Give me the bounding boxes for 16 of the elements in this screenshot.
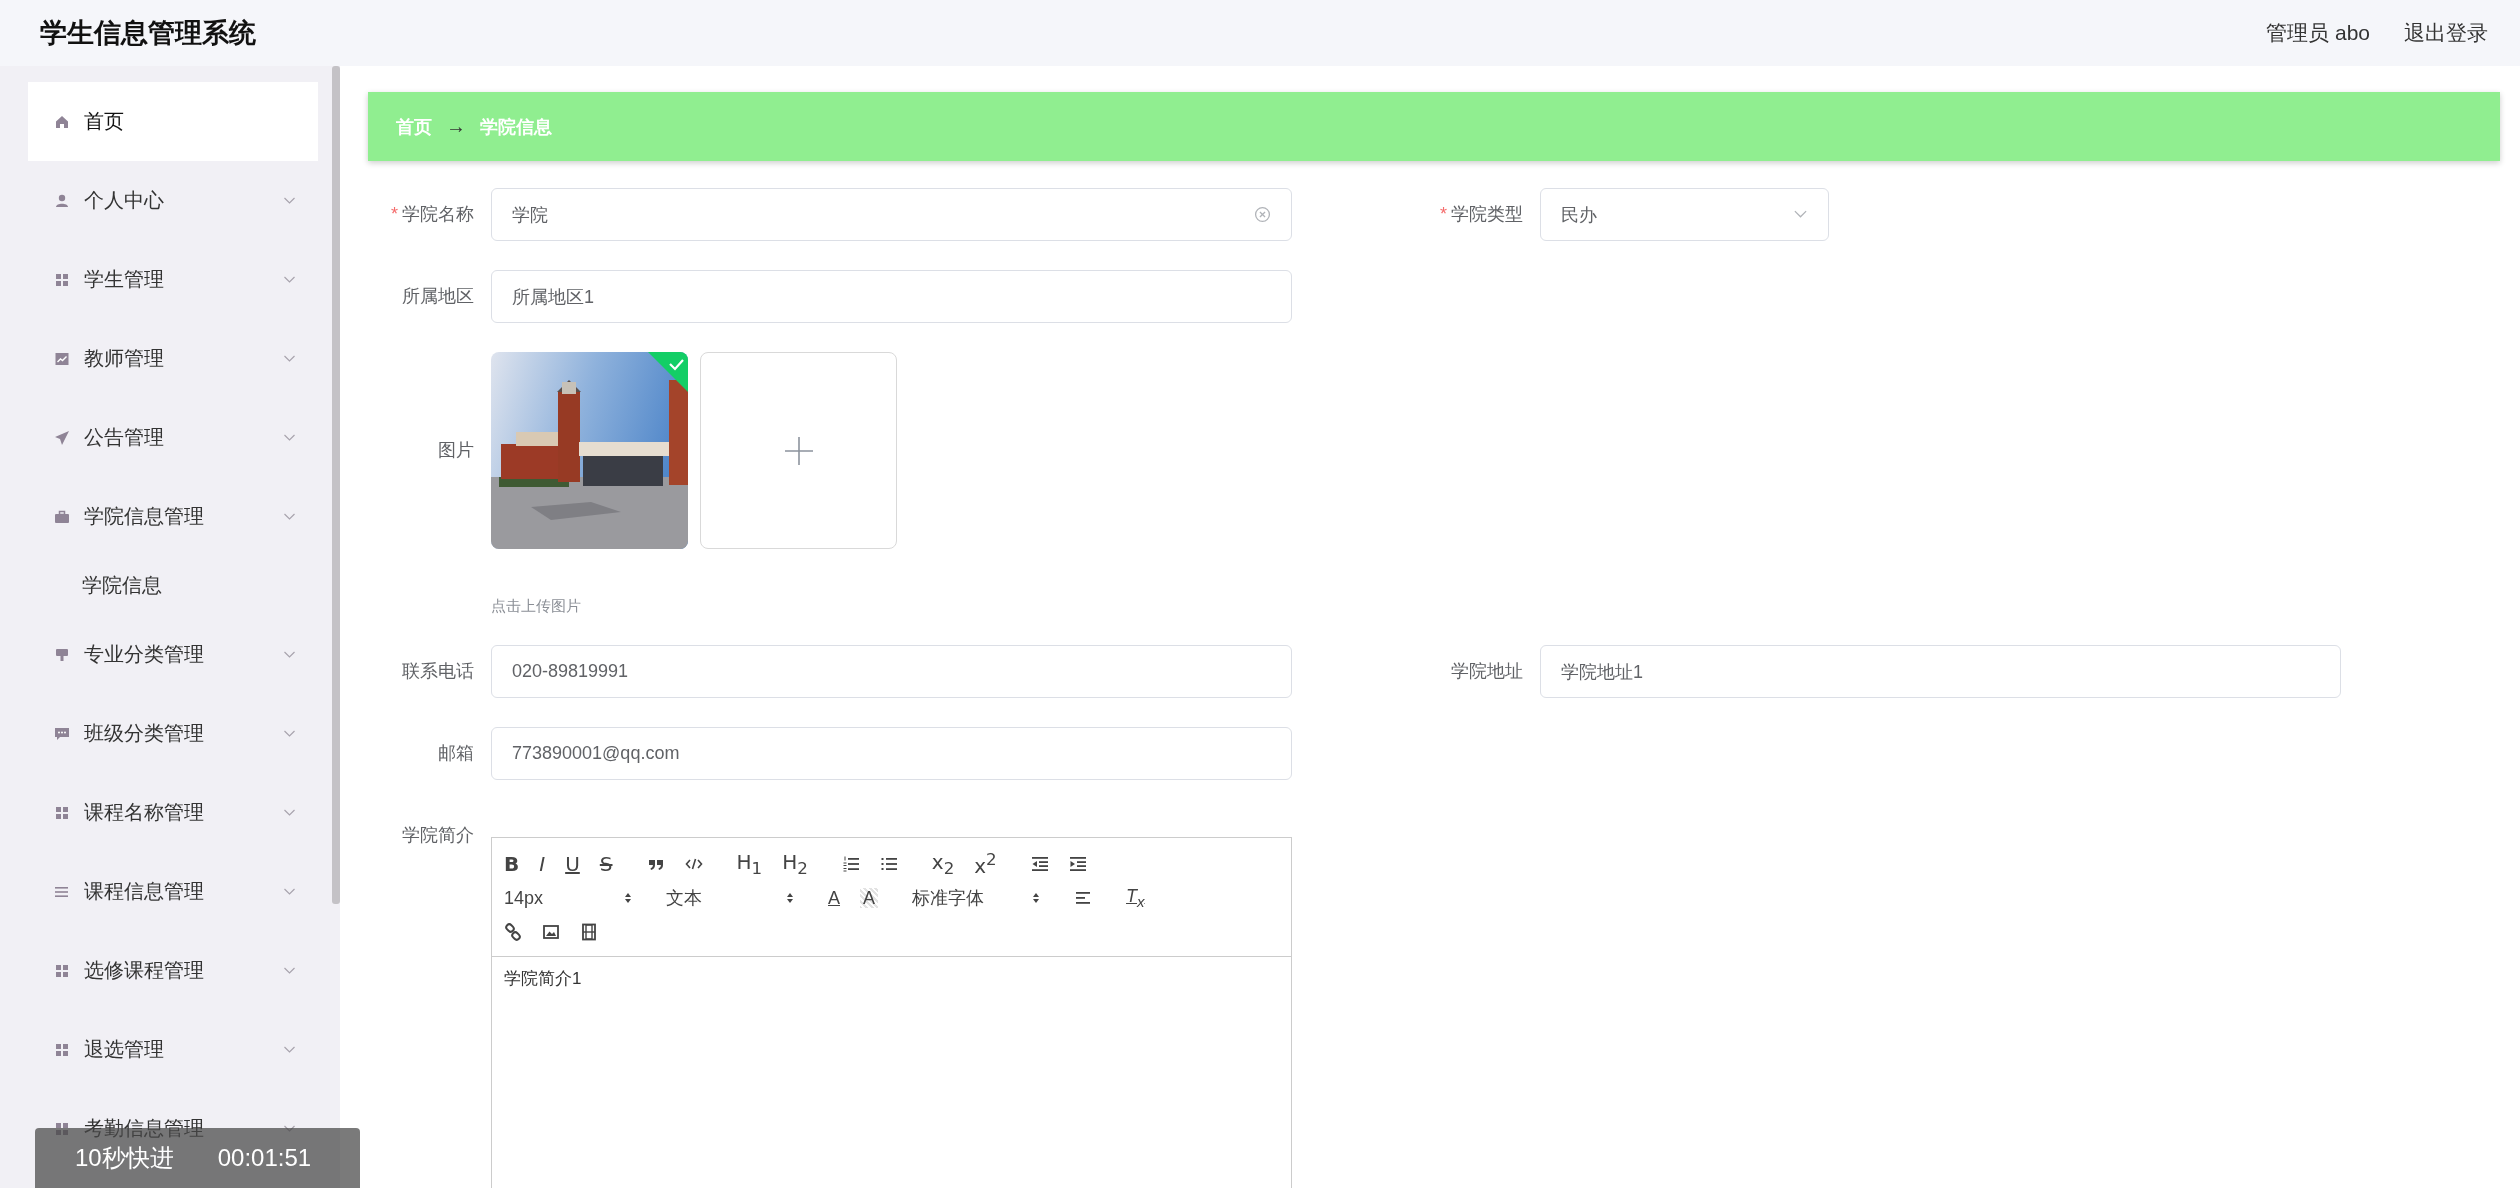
breadcrumb-arrow: → [446,115,466,138]
field-label: 图片 [438,440,474,460]
upload-hint: 点击上传图片 [491,596,582,616]
required-mark: * [1440,204,1447,224]
user-name: 管理员 abo [2266,20,2370,46]
field-label: 学院地址 [1451,661,1523,681]
field-label: 学院类型 [1451,204,1523,224]
editor-text: 学院简介1 [504,968,583,990]
field-label: 学院名称 [402,204,474,224]
required-mark: * [391,204,398,224]
field-label: 联系电话 [402,661,474,681]
field-label: 所属地区 [402,286,474,306]
field-label: 邮箱 [438,743,474,763]
playback-time: 00:01:51 [217,1144,312,1172]
app-title: 学生信息管理系统 [40,17,256,50]
field-label: 学院简介 [402,825,474,845]
